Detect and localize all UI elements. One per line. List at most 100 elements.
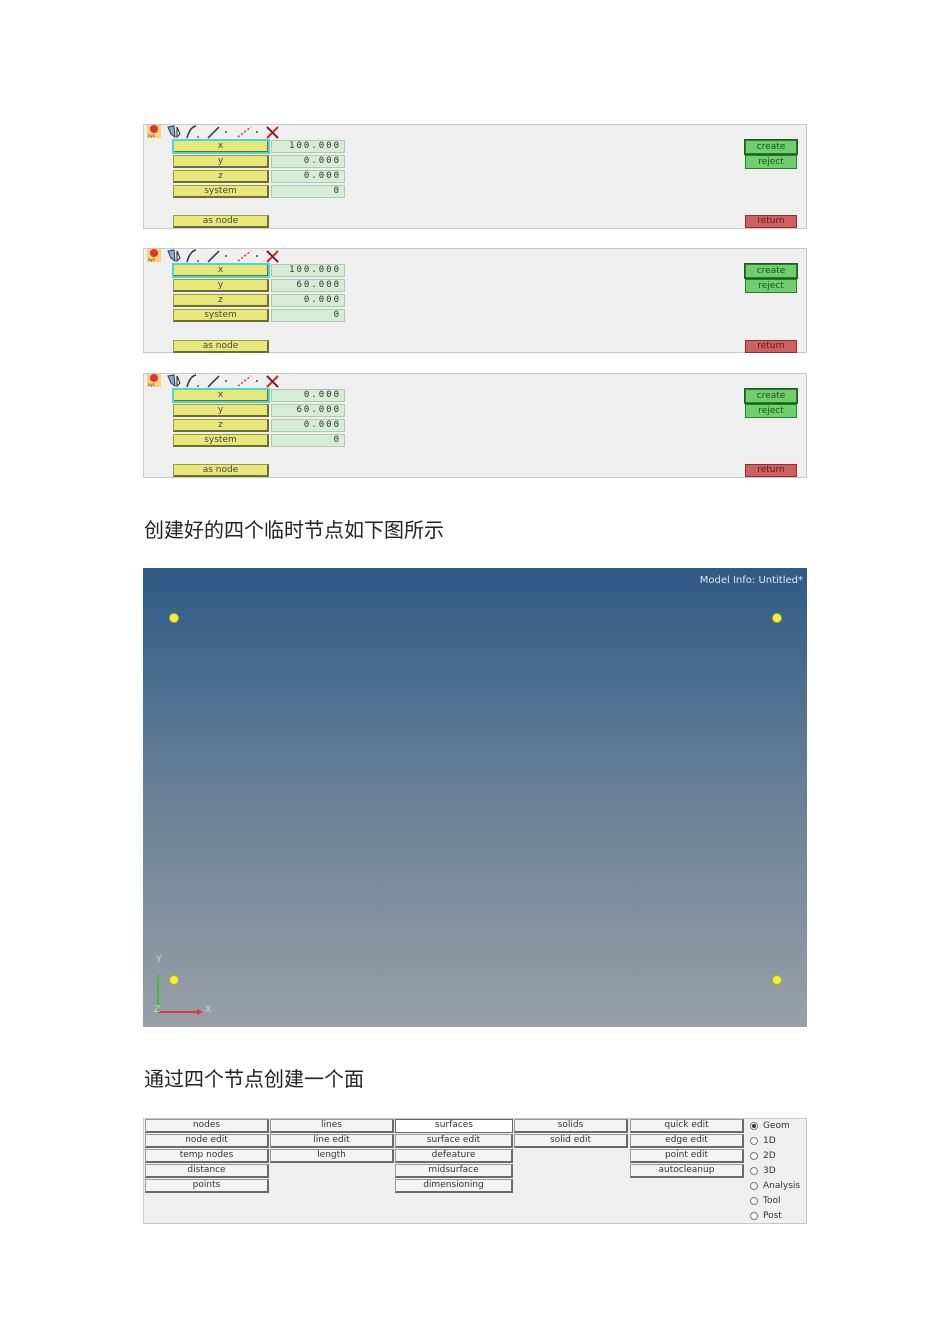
menu-midsurface[interactable]: midsurface [395,1164,513,1178]
panel-toolbar: xyz [144,249,294,263]
field-y[interactable]: y [173,279,269,292]
menu-temp-nodes[interactable]: temp nodes [145,1149,269,1163]
reject-button[interactable]: reject [745,155,797,169]
line-icon[interactable] [207,250,227,263]
radio-1d[interactable]: 1D [750,1134,776,1148]
reject-button[interactable]: reject [745,279,797,293]
delete-x-icon[interactable] [266,126,279,139]
menu-autocleanup[interactable]: autocleanup [630,1164,744,1178]
dashed-line-icon[interactable] [237,375,258,387]
radio-dot-icon [750,1181,758,1190]
radio-dot-icon [750,1151,758,1160]
radio-dot-icon [750,1196,758,1205]
line-icon[interactable] [207,126,227,139]
menu-surface-edit[interactable]: surface edit [395,1134,513,1148]
menu-line-edit[interactable]: line edit [270,1134,394,1148]
field-x[interactable]: x [172,388,270,403]
menu-distance[interactable]: distance [145,1164,269,1178]
field-z[interactable]: z [173,294,269,307]
menu-points[interactable]: points [145,1179,269,1193]
return-button[interactable]: return [745,215,797,228]
caption-four-temp-nodes: 创建好的四个临时节点如下图所示 [144,518,444,542]
radio-dot-icon [750,1121,758,1130]
cursor-icon[interactable] [167,125,181,139]
menu-solids[interactable]: solids [514,1119,628,1133]
value-z[interactable]: 0.000 [271,419,345,432]
toolbar-icons: xyz [147,249,279,263]
radio-geom[interactable]: Geom [750,1119,790,1133]
as-node-button[interactable]: as node [173,215,269,228]
value-system[interactable]: 0 [271,309,345,322]
field-x[interactable]: x [172,263,270,278]
temp-node[interactable] [773,614,781,622]
menu-nodes[interactable]: nodes [145,1119,269,1133]
panel-toolbar: xyz [144,125,294,139]
temp-node-panel-2: xyz x 100.000 y 60.000 z 0.000 system 0 … [143,248,807,353]
value-y[interactable]: 60.000 [271,279,345,292]
menu-lines[interactable]: lines [270,1119,394,1133]
menu-node-edit[interactable]: node edit [145,1134,269,1148]
as-node-button[interactable]: as node [173,464,269,477]
value-x[interactable]: 100.000 [271,264,345,277]
field-x[interactable]: x [172,139,270,154]
value-z[interactable]: 0.000 [271,170,345,183]
value-system[interactable]: 0 [271,185,345,198]
menu-surfaces[interactable]: surfaces [395,1119,513,1133]
field-system[interactable]: system [173,185,269,198]
xyz-icon[interactable]: xyz [147,249,161,262]
curve-icon[interactable] [186,249,199,263]
radio-2d[interactable]: 2D [750,1149,776,1163]
value-system[interactable]: 0 [271,434,345,447]
menu-quick-edit[interactable]: quick edit [630,1119,744,1133]
create-button[interactable]: create [744,388,798,404]
value-y[interactable]: 60.000 [271,404,345,417]
field-system[interactable]: system [173,434,269,447]
delete-x-icon[interactable] [266,250,279,263]
delete-x-icon[interactable] [266,375,279,388]
radio-tool[interactable]: Tool [750,1194,780,1208]
reject-button[interactable]: reject [745,404,797,418]
cursor-icon[interactable] [167,249,181,263]
dashed-line-icon[interactable] [237,126,258,138]
graphics-viewport[interactable]: Model Info: Untitled* Y X Z [143,568,807,1027]
menu-dimensioning[interactable]: dimensioning [395,1179,513,1193]
value-y[interactable]: 0.000 [271,155,345,168]
radio-label: 1D [763,1136,776,1146]
return-button[interactable]: return [745,464,797,477]
line-icon[interactable] [207,375,227,388]
return-button[interactable]: return [745,340,797,353]
as-node-button[interactable]: as node [173,340,269,353]
value-z[interactable]: 0.000 [271,294,345,307]
menu-defeature[interactable]: defeature [395,1149,513,1163]
field-y[interactable]: y [173,155,269,168]
radio-analysis[interactable]: Analysis [750,1179,800,1193]
dashed-line-icon[interactable] [237,250,258,262]
create-button[interactable]: create [744,263,798,279]
menu-edge-edit[interactable]: edge edit [630,1134,744,1148]
value-x[interactable]: 0.000 [271,389,345,402]
radio-post[interactable]: Post [750,1209,782,1223]
curve-icon[interactable] [186,374,199,388]
field-z[interactable]: z [173,419,269,432]
xyz-icon[interactable]: xyz [147,374,161,387]
panel-toolbar: xyz [144,374,294,388]
xyz-icon[interactable]: xyz [147,125,161,138]
radio-label: Geom [763,1121,790,1131]
temp-node[interactable] [773,976,781,984]
field-z[interactable]: z [173,170,269,183]
curve-icon[interactable] [186,125,199,139]
field-y[interactable]: y [173,404,269,417]
axis-x-label: X [205,1005,212,1015]
temp-node[interactable] [170,614,178,622]
cursor-icon[interactable] [167,374,181,388]
menu-solid-edit[interactable]: solid edit [514,1134,628,1148]
radio-3d[interactable]: 3D [750,1164,776,1178]
create-button[interactable]: create [744,139,798,155]
field-system[interactable]: system [173,309,269,322]
menu-length[interactable]: length [270,1149,394,1163]
toolbar-icons: xyz [147,374,279,388]
caption-create-surface: 通过四个节点创建一个面 [144,1067,364,1091]
value-x[interactable]: 100.000 [271,140,345,153]
menu-point-edit[interactable]: point edit [630,1149,744,1163]
temp-node-panel-3: xyz x 0.000 y 60.000 z 0.000 system 0 as… [143,373,807,478]
